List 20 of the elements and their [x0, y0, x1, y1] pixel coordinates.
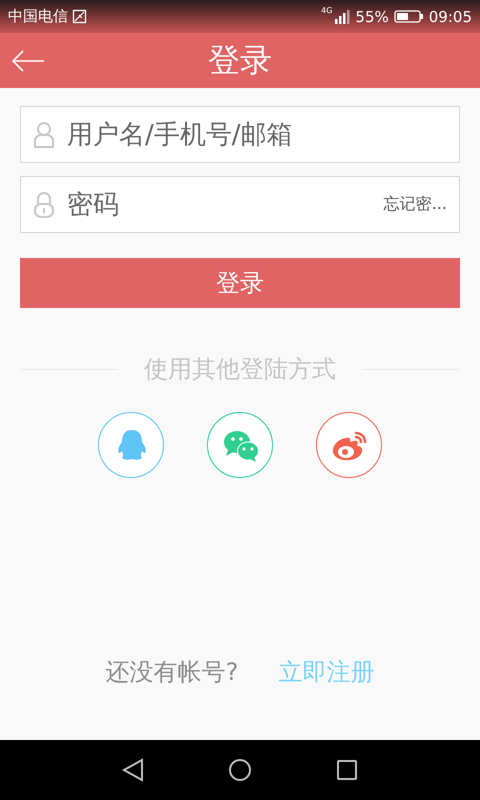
username-input[interactable]: 用户名/手机号/邮箱 — [65, 118, 447, 150]
signal-icon — [334, 8, 350, 24]
battery-icon — [394, 9, 424, 24]
forgot-password-link[interactable]: 忘记密... — [384, 194, 447, 215]
clock-time: 09:05 — [428, 8, 472, 26]
back-arrow-icon — [10, 49, 46, 73]
back-icon[interactable] — [121, 758, 146, 782]
image-notification-icon — [72, 9, 87, 24]
home-icon[interactable] — [228, 758, 252, 782]
network-type: 4G — [321, 6, 332, 15]
page-title: 登录 — [208, 40, 272, 80]
user-icon — [33, 120, 55, 148]
password-input[interactable]: 密码 — [65, 188, 374, 220]
password-field[interactable]: 密码 忘记密... — [20, 176, 460, 233]
recent-apps-icon[interactable] — [334, 758, 359, 782]
no-account-prompt: 还没有帐号? — [106, 657, 238, 688]
lock-icon — [33, 190, 55, 218]
battery-percent: 55% — [355, 8, 389, 26]
username-field[interactable]: 用户名/手机号/邮箱 — [20, 106, 460, 163]
carrier-name: 中国电信 — [8, 7, 68, 26]
